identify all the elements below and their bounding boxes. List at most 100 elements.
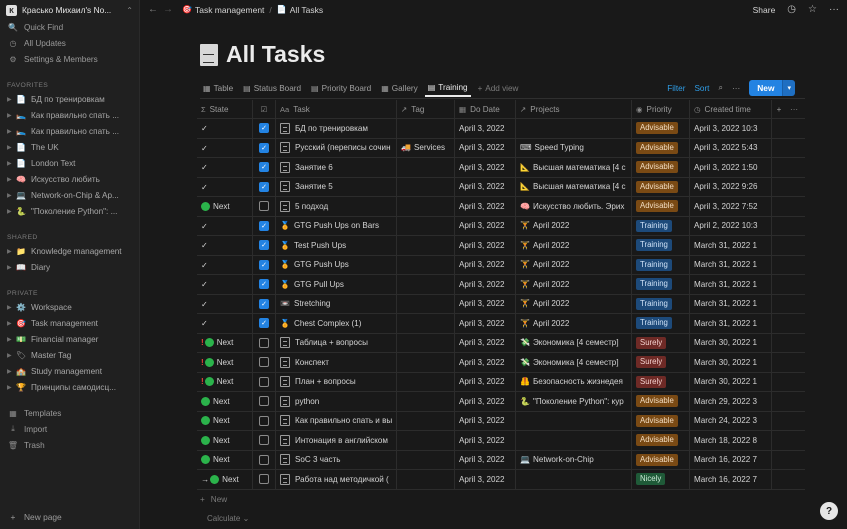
do-date-cell[interactable]: April 3, 2022 <box>455 294 516 313</box>
add-column-button[interactable]: + <box>772 100 786 118</box>
task-cell[interactable]: 🏅 GTG Pull Ups <box>276 275 397 294</box>
favorite-page-1[interactable]: ▶ 🛌 Как правильно спать ... <box>0 107 139 123</box>
do-date-cell[interactable]: April 3, 2022 <box>455 314 516 333</box>
new-row-button[interactable]: + New <box>200 495 227 504</box>
project-cell[interactable]: 🏋 April 2022 <box>516 255 632 274</box>
do-date-cell[interactable]: April 3, 2022 <box>455 431 516 450</box>
expand-triangle-icon[interactable]: ▶ <box>7 368 16 375</box>
project-cell[interactable]: 💸 Экономика [4 семестр] <box>516 353 632 372</box>
table-row[interactable]: Next SoC 3 часть April 3, 2022 💻 Network-on-… <box>197 450 805 470</box>
do-date-cell[interactable]: April 3, 2022 <box>455 119 516 138</box>
project-cell[interactable]: 🏋 April 2022 <box>516 216 632 235</box>
expand-triangle-icon[interactable]: ▶ <box>7 352 16 359</box>
private-page-4[interactable]: ▶ 🏫 Study management <box>0 363 139 379</box>
done-checkbox[interactable] <box>259 474 269 485</box>
tag-cell[interactable] <box>397 197 455 216</box>
state-cell[interactable]: ✓ <box>197 119 253 138</box>
tab-view-2[interactable]: ▤ Priority Board <box>308 79 374 97</box>
tag-cell[interactable] <box>397 158 455 177</box>
priority-cell[interactable]: Training <box>632 216 690 235</box>
priority-cell[interactable]: Nicely <box>632 470 690 489</box>
done-checkbox[interactable]: ✓ <box>259 162 269 173</box>
do-date-cell[interactable]: April 3, 2022 <box>455 333 516 352</box>
table-row[interactable]: ✓ ✓ 🏅 Test Push Ups April 3, 2022 🏋 April 2022… <box>197 236 805 256</box>
state-cell[interactable]: Next <box>197 392 253 411</box>
project-cell[interactable]: 📐 Высшая математика [4 с <box>516 177 632 196</box>
more-icon[interactable]: ··· <box>732 84 740 93</box>
tab-view-0[interactable]: ▦ Table <box>200 79 236 97</box>
do-date-cell[interactable]: April 3, 2022 <box>455 197 516 216</box>
table-row[interactable]: ✓ ✓ Занятие 5 April 3, 2022 📐 Высшая математи… <box>197 177 805 197</box>
priority-cell[interactable]: Surely <box>632 372 690 391</box>
do-date-cell[interactable]: April 3, 2022 <box>455 275 516 294</box>
tag-cell[interactable] <box>397 450 455 469</box>
sidebar-tool-1[interactable]: ⤓ Import <box>0 421 139 437</box>
table-row[interactable]: ✓ ✓ 🏅 GTG Push Ups on Bars April 3, 2022 🏋 Apr… <box>197 216 805 236</box>
task-cell[interactable]: Интонация в английском <box>276 431 397 450</box>
done-checkbox[interactable] <box>259 415 269 426</box>
private-page-5[interactable]: ▶ 🏆 Принципы самодисц... <box>0 379 139 395</box>
expand-triangle-icon[interactable]: ▶ <box>7 336 16 343</box>
tag-cell[interactable] <box>397 470 455 489</box>
project-cell[interactable]: 🏋 April 2022 <box>516 314 632 333</box>
expand-triangle-icon[interactable]: ▶ <box>7 176 16 183</box>
expand-triangle-icon[interactable]: ▶ <box>7 320 16 327</box>
table-row[interactable]: ✓ ✓ 🏅 GTG Push Ups April 3, 2022 🏋 April 2022 T… <box>197 255 805 275</box>
task-cell[interactable]: Занятие 5 <box>276 177 397 196</box>
done-checkbox[interactable]: ✓ <box>259 240 269 251</box>
done-checkbox[interactable] <box>259 396 269 407</box>
task-cell[interactable]: Русский (переписы сочин <box>276 138 397 157</box>
table-row[interactable]: ✓ ✓ Занятие 6 April 3, 2022 📐 Высшая математи… <box>197 158 805 178</box>
task-cell[interactable]: 📼 Stretching <box>276 294 397 313</box>
expand-triangle-icon[interactable]: ▶ <box>7 384 16 391</box>
tag-cell[interactable]: 🚚 Services <box>397 138 455 157</box>
task-cell[interactable]: 5 подход <box>276 197 397 216</box>
favorite-page-0[interactable]: ▶ 📄 БД по тренировкам <box>0 91 139 107</box>
column-task[interactable]: Aa Task <box>276 100 397 118</box>
priority-cell[interactable]: Training <box>632 236 690 255</box>
do-date-cell[interactable]: April 3, 2022 <box>455 470 516 489</box>
tag-cell[interactable] <box>397 372 455 391</box>
search-icon[interactable]: ⌕ <box>718 83 723 93</box>
task-cell[interactable]: 🏅 GTG Push Ups <box>276 255 397 274</box>
help-button[interactable]: ? <box>820 502 838 520</box>
project-cell[interactable]: 🏋 April 2022 <box>516 236 632 255</box>
breadcrumb-task-management[interactable]: Task management <box>195 5 264 15</box>
state-cell[interactable]: ✓ <box>197 216 253 235</box>
priority-cell[interactable]: Advisable <box>632 138 690 157</box>
private-page-3[interactable]: ▶ 🏷 Master Tag <box>0 347 139 363</box>
column-tag[interactable]: ↗ Tag <box>397 100 455 118</box>
expand-triangle-icon[interactable]: ▶ <box>7 128 16 135</box>
tag-cell[interactable] <box>397 294 455 313</box>
project-cell[interactable]: 🧠 Искусство любить. Эрих <box>516 197 632 216</box>
done-checkbox[interactable]: ✓ <box>259 123 269 134</box>
project-cell[interactable]: 🦺 Безопасность жизнедея <box>516 372 632 391</box>
expand-triangle-icon[interactable]: ▶ <box>7 304 16 311</box>
tag-cell[interactable] <box>397 216 455 235</box>
calculate-button[interactable]: Calculate ⌄ <box>207 514 249 523</box>
table-row[interactable]: ✓ ✓ БД по тренировкам April 3, 2022 Advisabl… <box>197 119 805 139</box>
column-done[interactable]: ☑ <box>253 100 276 118</box>
project-cell[interactable]: ⌨ Speed Typing <box>516 138 632 157</box>
share-button[interactable]: Share <box>753 5 776 15</box>
project-cell[interactable] <box>516 470 632 489</box>
table-row[interactable]: Next 5 подход April 3, 2022 🧠 Искусство люби… <box>197 197 805 217</box>
state-cell[interactable]: Next <box>197 411 253 430</box>
table-row[interactable]: ! Next Конспект April 3, 2022 💸 Экономика [4 … <box>197 353 805 373</box>
table-row[interactable]: Next python April 3, 2022 🐍 "Поколение Pytho… <box>197 392 805 412</box>
task-cell[interactable]: python <box>276 392 397 411</box>
done-checkbox[interactable]: ✓ <box>259 142 269 153</box>
task-cell[interactable]: Как правильно спать и вы <box>276 411 397 430</box>
tag-cell[interactable] <box>397 255 455 274</box>
project-cell[interactable] <box>516 431 632 450</box>
task-cell[interactable]: 🏅 GTG Push Ups on Bars <box>276 216 397 235</box>
sidebar-tool-0[interactable]: ▦ Templates <box>0 405 139 421</box>
priority-cell[interactable]: Surely <box>632 353 690 372</box>
table-row[interactable]: ! Next Таблица + вопросы April 3, 2022 💸 Экон… <box>197 333 805 353</box>
more-columns-icon[interactable]: ··· <box>786 100 805 118</box>
expand-triangle-icon[interactable]: ▶ <box>7 112 16 119</box>
task-cell[interactable]: План + вопросы <box>276 372 397 391</box>
shared-page-0[interactable]: ▶ 📁 Knowledge management <box>0 243 139 259</box>
breadcrumb-all-tasks[interactable]: All Tasks <box>290 5 323 15</box>
favorite-page-6[interactable]: ▶ 💻 Network-on-Chip & Ap... <box>0 187 139 203</box>
